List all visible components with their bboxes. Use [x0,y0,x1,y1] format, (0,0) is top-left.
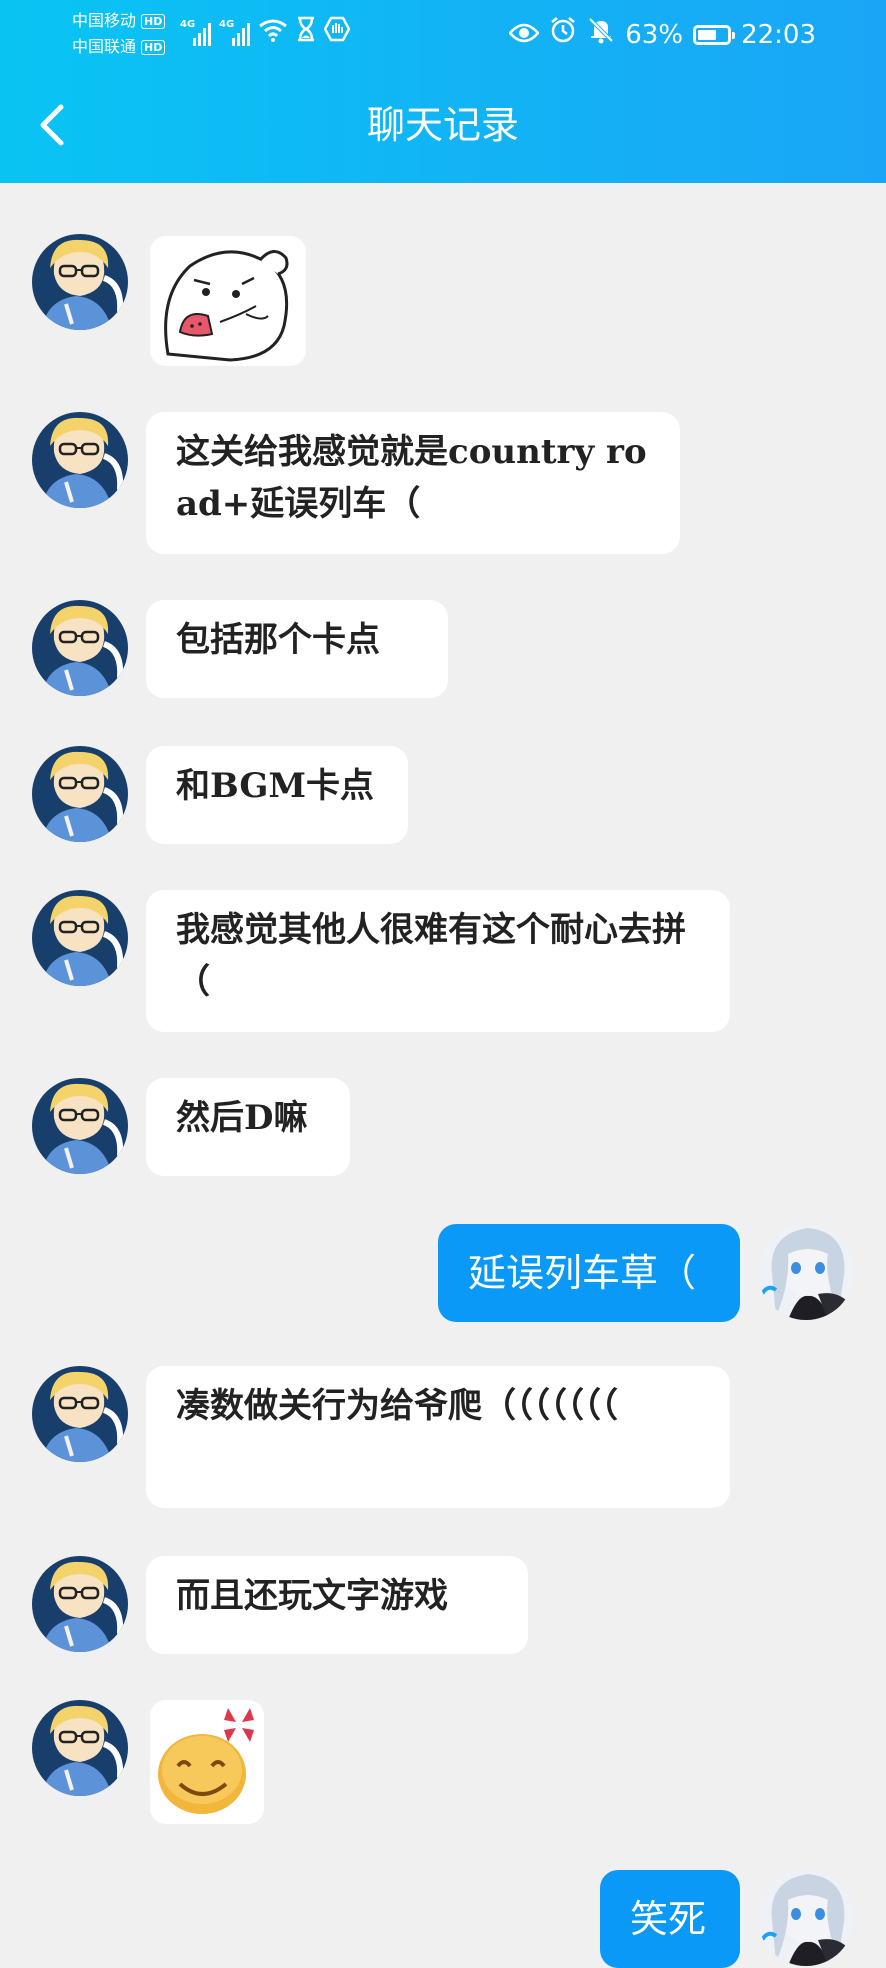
sender-avatar[interactable] [32,600,128,696]
carrier-1-label: 中国移动 [72,11,137,30]
battery-icon [693,24,736,45]
hd-badge-2: HD [141,39,166,55]
signal-1-icon: 4G [180,19,211,46]
page-title: 聊天记录 [366,103,519,147]
carrier-2-label: 中国联通 [72,37,137,56]
message-bubble[interactable]: 然后D嘛 [146,1078,350,1176]
outgoing-message-bubble[interactable]: 笑死 [600,1870,740,1968]
message-bubble[interactable]: 这关给我感觉就是country road+延误列车（ [146,412,680,554]
sender-avatar[interactable] [32,890,128,986]
outgoing-message-bubble[interactable]: 延误列车草（ [438,1224,740,1322]
message-bubble[interactable]: 我感觉其他人很难有这个耐心去拼（ [146,890,730,1032]
angry-smiley-face-sticker[interactable] [150,1700,264,1824]
carrier-info: 中国移动 HD 中国联通 HD [72,8,166,60]
message-bubble[interactable]: 凑数做关行为给爷爬（（（（（（（ [146,1366,730,1508]
sender-avatar[interactable] [32,1700,128,1796]
signal-2-icon: 4G [219,19,250,46]
status-icons-right: 63% 22:03 [508,16,816,53]
eye-icon [508,18,540,52]
wifi-icon [258,18,288,46]
message-bubble[interactable]: 包括那个卡点 [146,600,448,698]
sender-avatar[interactable] [32,1078,128,1174]
mute-bell-icon [587,16,615,53]
alarm-icon [549,16,577,53]
sender-avatar[interactable] [32,1366,128,1462]
battery-percent: 63% [625,19,684,50]
app-header: 中国移动 HD 中国联通 HD 4G 4G 63% 22:03 聊天记录 [0,0,886,183]
hand-shield-icon [323,16,351,46]
sender-avatar[interactable] [32,412,128,508]
my-avatar[interactable] [758,1870,854,1966]
sender-avatar[interactable] [32,1556,128,1652]
hourglass-icon [296,16,316,46]
sender-avatar[interactable] [32,746,128,842]
message-bubble[interactable]: 和BGM卡点 [146,746,408,844]
my-avatar[interactable] [758,1224,854,1320]
clock: 22:03 [741,19,816,50]
sender-avatar[interactable] [32,234,128,330]
hd-badge-1: HD [141,13,166,29]
status-icons-left: 4G 4G [180,16,351,46]
message-bubble[interactable]: 而且还玩文字游戏 [146,1556,528,1654]
white-blob-eating-watermelon-sticker[interactable] [150,236,306,366]
